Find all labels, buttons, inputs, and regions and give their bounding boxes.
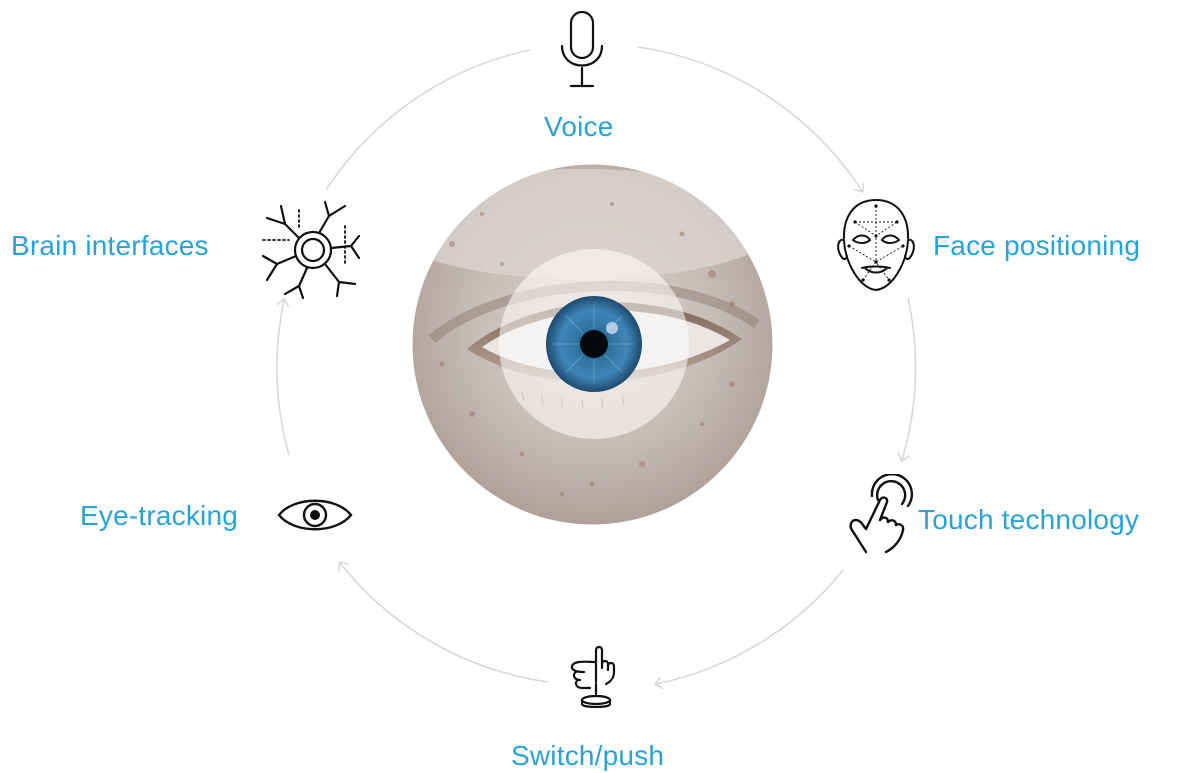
face-mesh-icon bbox=[837, 198, 915, 292]
label-voice: Voice bbox=[544, 111, 614, 142]
arrow-eye-to-brain bbox=[276, 297, 290, 456]
label-touch-technology: Touch technology bbox=[918, 504, 1140, 535]
label-switch-push: Switch/push bbox=[511, 740, 665, 771]
touch-finger-icon bbox=[849, 474, 914, 554]
label-eye-tracking: Eye-tracking bbox=[80, 500, 239, 531]
label-brain-interfaces: Brain interfaces bbox=[11, 230, 209, 261]
neuron-icon bbox=[261, 200, 361, 300]
eye-icon bbox=[277, 499, 353, 531]
eye-closeup-photo bbox=[412, 164, 773, 525]
label-face-positioning: Face positioning bbox=[933, 230, 1141, 261]
arrow-face-to-touch bbox=[897, 297, 917, 463]
arrow-touch-to-switch bbox=[653, 569, 844, 690]
arrow-switch-to-eye bbox=[338, 561, 549, 683]
microphone-icon bbox=[560, 10, 604, 88]
push-button-icon bbox=[570, 645, 616, 709]
accessibility-input-cycle-diagram: Voice Face positioning Touch technology … bbox=[0, 0, 1178, 773]
